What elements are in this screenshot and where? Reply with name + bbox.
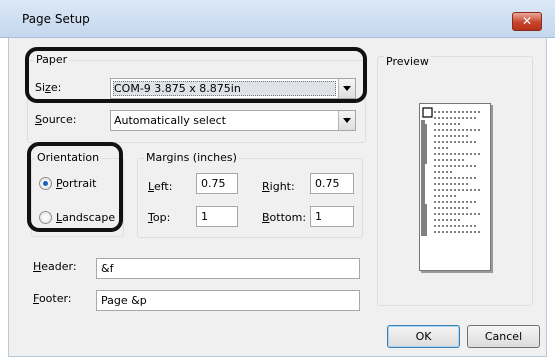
footer-value: Page &p xyxy=(101,294,147,307)
ok-button[interactable]: OK xyxy=(387,325,460,348)
margins-legend: Margins (inches) xyxy=(144,151,239,165)
orientation-highlight xyxy=(27,142,123,232)
header-value: &f xyxy=(101,262,114,275)
preview-legend: Preview xyxy=(384,55,431,69)
source-select[interactable]: Automatically select xyxy=(110,110,356,131)
left-margin-value: 0.75 xyxy=(201,177,226,190)
close-icon: ✕ xyxy=(521,14,533,28)
cancel-button[interactable]: Cancel xyxy=(467,325,540,348)
source-select-value: Automatically select xyxy=(114,114,226,127)
preview-page xyxy=(419,103,491,271)
bottom-margin-value: 1 xyxy=(315,210,322,223)
preview-text-lines xyxy=(434,111,482,233)
right-margin-label: Right: xyxy=(262,180,295,193)
left-margin-label: Left: xyxy=(148,180,173,193)
source-dropdown-button[interactable] xyxy=(338,111,355,130)
paper-size-highlight xyxy=(25,47,367,103)
right-margin-value: 0.75 xyxy=(315,177,340,190)
top-margin-label: Top: xyxy=(148,211,171,224)
right-margin-input[interactable]: 0.75 xyxy=(310,173,354,194)
bottom-margin-input[interactable]: 1 xyxy=(310,206,354,227)
header-input[interactable]: &f xyxy=(96,258,360,279)
footer-label: Footer: xyxy=(33,292,72,305)
title-bar: Page Setup ✕ xyxy=(0,0,555,38)
preview-page-content xyxy=(421,107,482,236)
preview-corner-marker xyxy=(422,107,433,118)
chevron-down-icon xyxy=(343,118,351,123)
top-margin-input[interactable]: 1 xyxy=(196,206,238,227)
bottom-margin-label: Bottom: xyxy=(262,211,307,224)
header-label: Header: xyxy=(33,260,77,273)
left-margin-input[interactable]: 0.75 xyxy=(196,173,238,194)
source-label: Source: xyxy=(35,113,77,126)
top-margin-value: 1 xyxy=(201,210,208,223)
window-title: Page Setup xyxy=(22,12,90,26)
close-button[interactable]: ✕ xyxy=(512,12,542,31)
preview-margin-lines xyxy=(421,120,427,236)
footer-input[interactable]: Page &p xyxy=(96,290,360,311)
